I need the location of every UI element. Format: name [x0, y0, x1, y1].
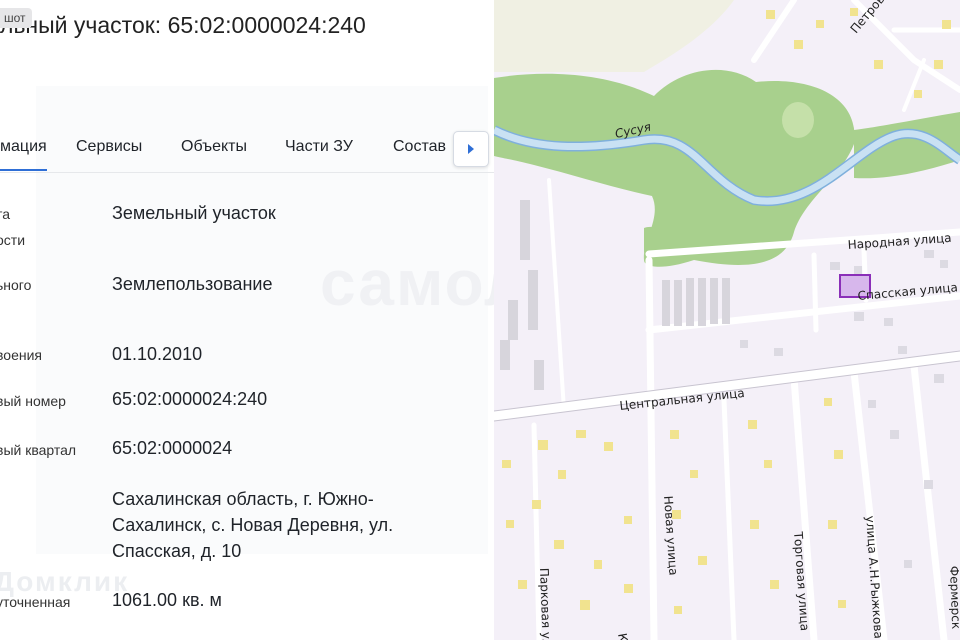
forest-clearing	[782, 102, 814, 138]
row-value: 01.10.2010	[112, 344, 203, 364]
row-label: та ости	[0, 206, 26, 248]
parcel-info-panel: самолет Домклик шот ельный участок: 65:0…	[0, 0, 494, 640]
row-value: Земельный участок	[112, 203, 276, 223]
row-label: ьного	[0, 277, 32, 293]
row-label: вый номер	[0, 393, 66, 409]
row-value: Землепользование	[112, 274, 273, 294]
street-label-k: К	[615, 632, 630, 640]
row-value: 1061.00 кв. м	[112, 590, 222, 610]
page-title: ельный участок: 65:02:0000024:240	[0, 12, 366, 38]
screenshot-badge: шот	[0, 8, 32, 28]
street-label-novaya: Новая улица	[661, 495, 681, 576]
row-label: уточненная	[0, 594, 71, 610]
cadastral-map[interactable]: Сусуя Народная улица Спасская улица Цент…	[494, 0, 960, 640]
row-value: 65:02:0000024	[112, 438, 233, 458]
forest-area	[494, 69, 855, 267]
tab-composition[interactable]: Состав	[393, 138, 446, 156]
street-label-ryzhkova: улица А.Н.Рыжкова	[863, 515, 886, 639]
tab-parts[interactable]: Части ЗУ	[285, 138, 353, 156]
tab-objects[interactable]: Объекты	[181, 138, 247, 156]
map-area-field	[494, 0, 734, 72]
row-value: 65:02:0000024:240	[112, 389, 268, 409]
tab-information[interactable]: мация	[0, 138, 47, 171]
map-canvas[interactable]: Сусуя Народная улица Спасская улица Цент…	[494, 0, 960, 640]
street-label-parkovaya: Парковая улица	[537, 568, 555, 640]
tab-bar: мация Сервисы Объекты Части ЗУ Состав	[0, 126, 494, 173]
chevron-right-icon	[468, 144, 474, 154]
tab-services[interactable]: Сервисы	[76, 138, 142, 156]
street-label-narodnaya: Народная улица	[847, 231, 952, 252]
row-value-address: Сахалинская область, г. Южно-Сахалинск, …	[112, 489, 394, 561]
street-label-fermerskaya: Фермерск	[947, 566, 960, 630]
tabs-next-button[interactable]	[453, 131, 489, 167]
row-label: вый квартал	[0, 442, 77, 458]
row-label: воения	[0, 347, 42, 363]
